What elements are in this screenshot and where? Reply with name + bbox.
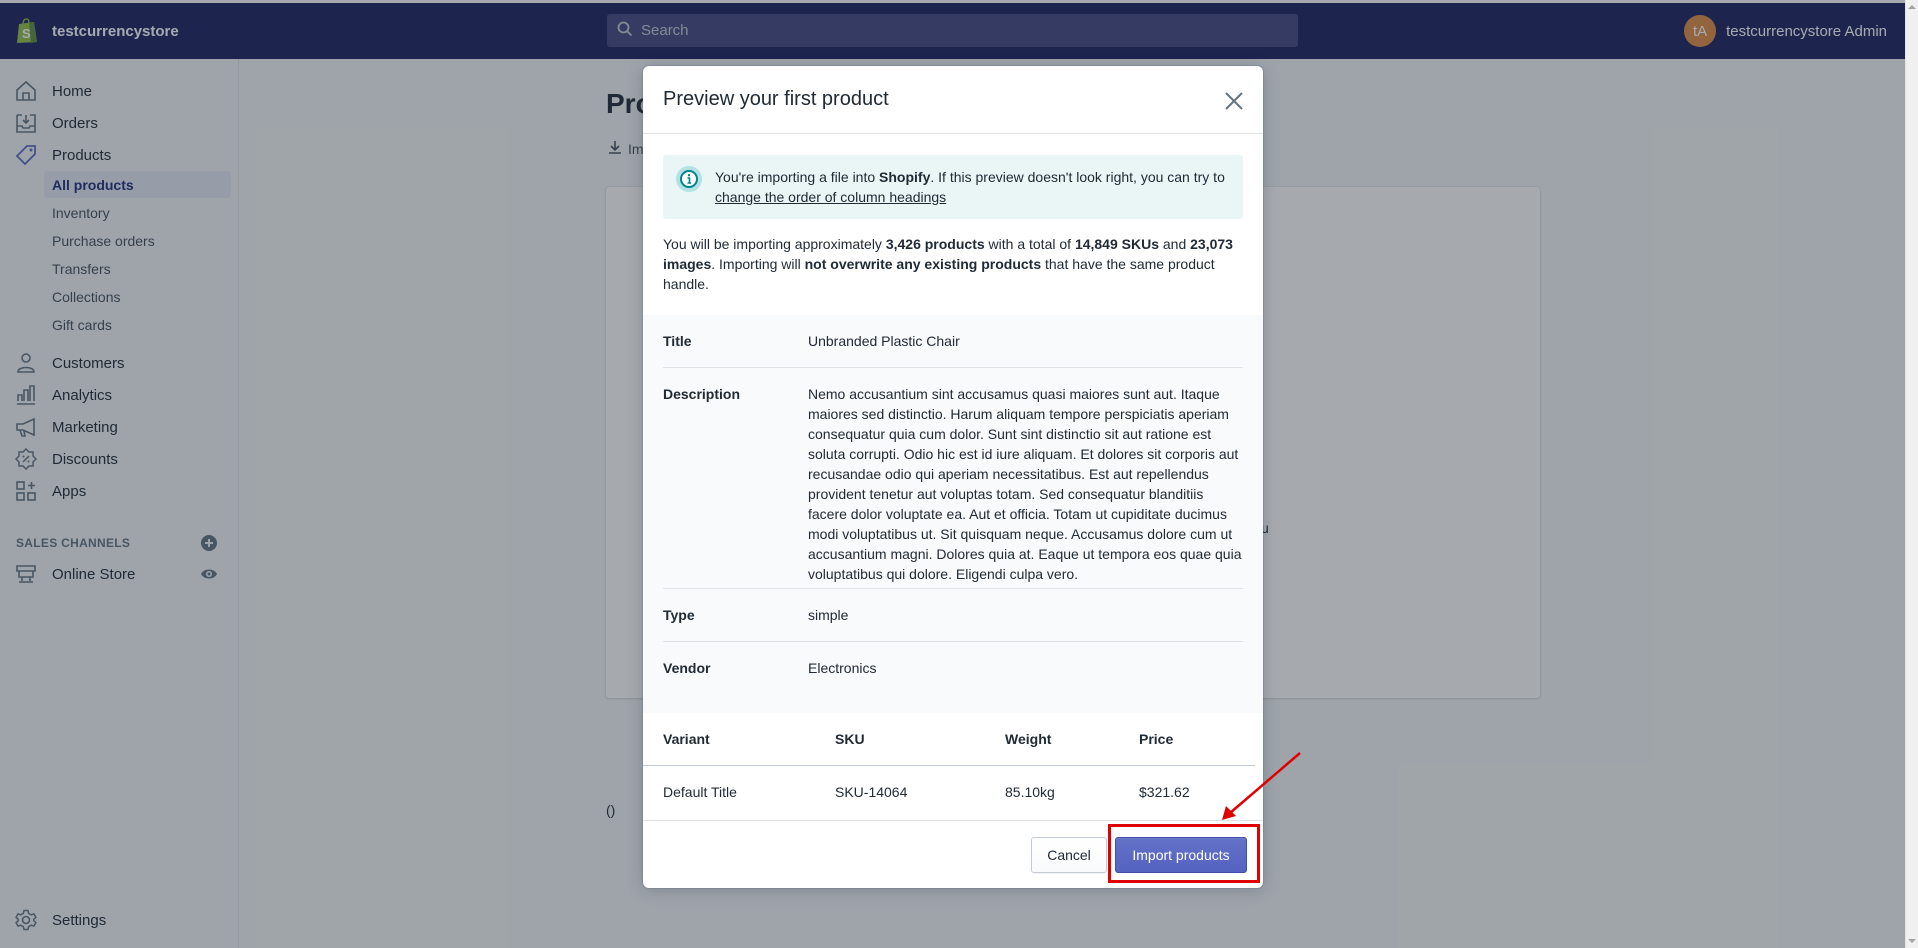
scroll-up-icon[interactable] <box>1908 5 1916 9</box>
change-column-order-link[interactable]: change the order of column headings <box>715 189 946 205</box>
close-icon <box>1225 92 1243 110</box>
scroll-down-icon[interactable] <box>1908 939 1916 943</box>
detail-row-vendor: Vendor Electronics <box>663 642 1243 695</box>
detail-key: Title <box>663 333 692 349</box>
modal-title: Preview your first product <box>663 88 889 110</box>
detail-value: simple <box>808 607 849 623</box>
product-details: Title Unbranded Plastic Chair Descriptio… <box>643 315 1263 713</box>
import-products-button[interactable]: Import products <box>1115 837 1247 873</box>
variants-table-header: Variant SKU Weight Price <box>643 713 1255 766</box>
detail-row-type: Type simple <box>663 589 1243 642</box>
info-icon <box>676 166 702 192</box>
table-row: Default Title SKU-14064 85.10kg $321.62 <box>643 766 1263 819</box>
detail-key: Type <box>663 607 695 623</box>
detail-value: Electronics <box>808 660 877 676</box>
import-summary: You will be importing approximately 3,42… <box>663 236 1233 292</box>
detail-key: Vendor <box>663 660 711 676</box>
detail-value: Unbranded Plastic Chair <box>808 333 960 349</box>
preview-product-modal: Preview your first product You're import… <box>643 66 1263 888</box>
detail-key: Description <box>663 386 741 402</box>
table-cell: SKU-14064 <box>835 784 908 800</box>
detail-row-title: Title Unbranded Plastic Chair <box>663 315 1243 368</box>
table-cell: 85.10kg <box>1005 784 1055 800</box>
info-banner-text: You're importing a file into Shopify. If… <box>715 169 1225 205</box>
info-banner: You're importing a file into Shopify. If… <box>663 155 1243 219</box>
column-header: Weight <box>1005 731 1052 747</box>
table-cell: $321.62 <box>1139 784 1190 800</box>
close-button[interactable] <box>1221 88 1247 114</box>
table-cell: Default Title <box>663 784 737 800</box>
detail-row-description: Description Nemo accusantium sint accusa… <box>663 368 1243 589</box>
modal-header: Preview your first product <box>643 66 1263 134</box>
cancel-button[interactable]: Cancel <box>1031 837 1107 873</box>
column-header: Price <box>1139 731 1174 747</box>
modal-footer: Cancel Import products <box>643 820 1263 888</box>
detail-value: Nemo accusantium sint accusamus quasi ma… <box>808 386 1242 582</box>
column-header: SKU <box>835 731 865 747</box>
column-header: Variant <box>663 731 710 747</box>
vertical-scrollbar[interactable] <box>1905 0 1918 948</box>
